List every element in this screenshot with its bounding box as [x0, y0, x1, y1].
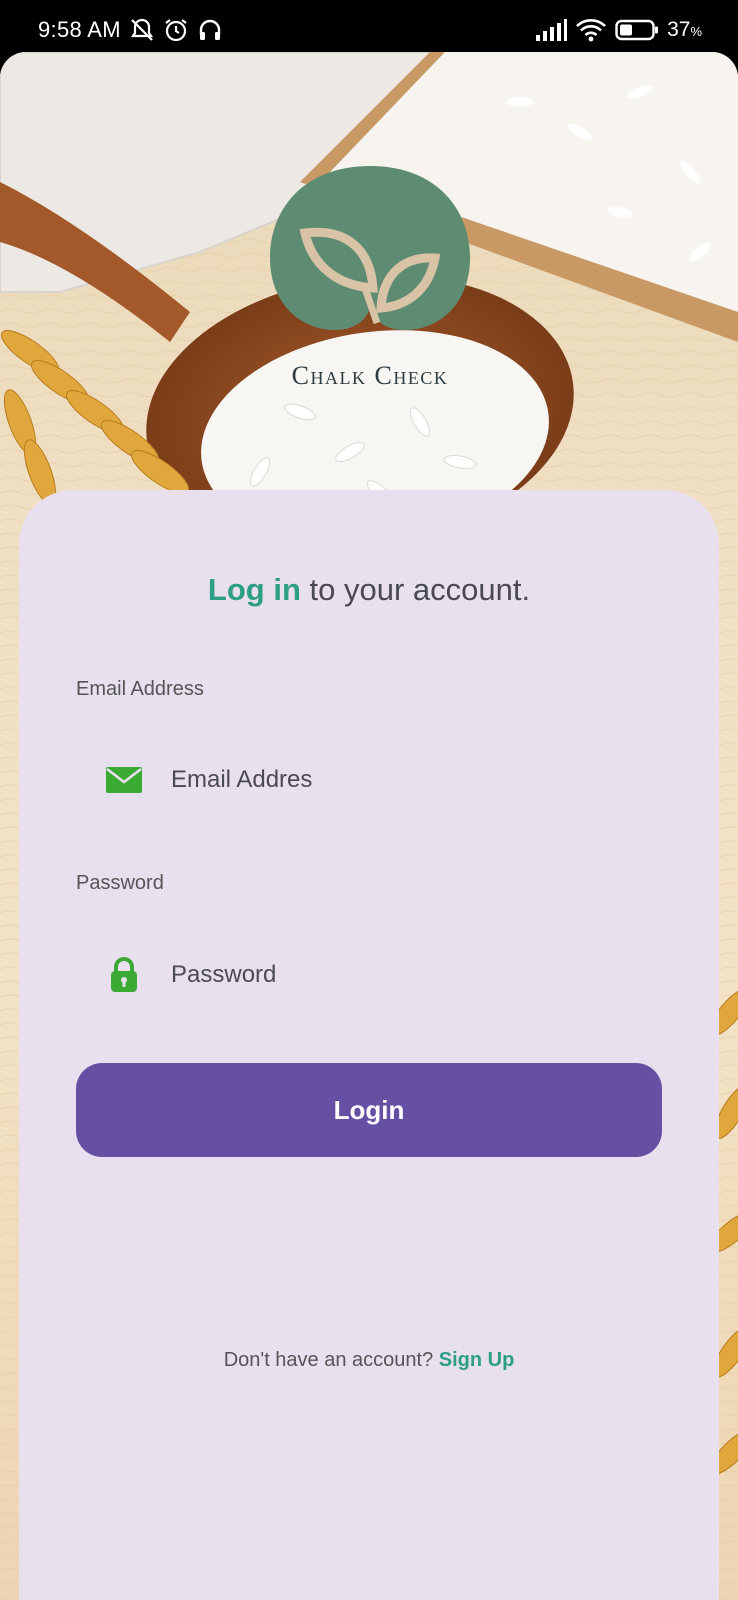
- status-bar: 9:58 AM 37%: [0, 0, 738, 60]
- signal-icon: [535, 19, 568, 41]
- signup-link[interactable]: Sign Up: [439, 1349, 515, 1371]
- brand-name: Chalk Check: [291, 361, 449, 390]
- wifi-icon: [575, 18, 607, 42]
- heading-rest: to your account.: [300, 572, 531, 607]
- password-field[interactable]: [76, 940, 664, 1010]
- password-input[interactable]: [171, 961, 631, 989]
- status-time: 9:58 AM: [38, 17, 121, 42]
- headset-icon: [197, 17, 223, 43]
- envelope-icon: [76, 767, 171, 793]
- signup-row: Don't have an account? Sign Up: [0, 1349, 738, 1372]
- leaf-logo-icon: [270, 166, 470, 330]
- mute-icon: [129, 17, 155, 43]
- battery-icon: [615, 19, 659, 41]
- status-left: 9:58 AM: [38, 17, 223, 43]
- status-right: 37%: [535, 18, 702, 42]
- email-label: Email Address: [76, 678, 204, 700]
- email-field[interactable]: [76, 745, 664, 815]
- password-label: Password: [76, 872, 164, 894]
- login-card: [19, 490, 719, 1600]
- login-heading: Log in to your account.: [0, 572, 738, 608]
- chalk-check-logo: Chalk Check: [265, 158, 475, 398]
- login-button[interactable]: Login: [76, 1063, 662, 1157]
- lock-icon: [76, 957, 171, 993]
- signup-prompt: Don't have an account?: [223, 1349, 439, 1371]
- battery-percent: 37%: [667, 18, 702, 41]
- heading-accent: Log in: [207, 572, 301, 607]
- alarm-icon: [163, 17, 189, 43]
- email-input[interactable]: [171, 766, 631, 794]
